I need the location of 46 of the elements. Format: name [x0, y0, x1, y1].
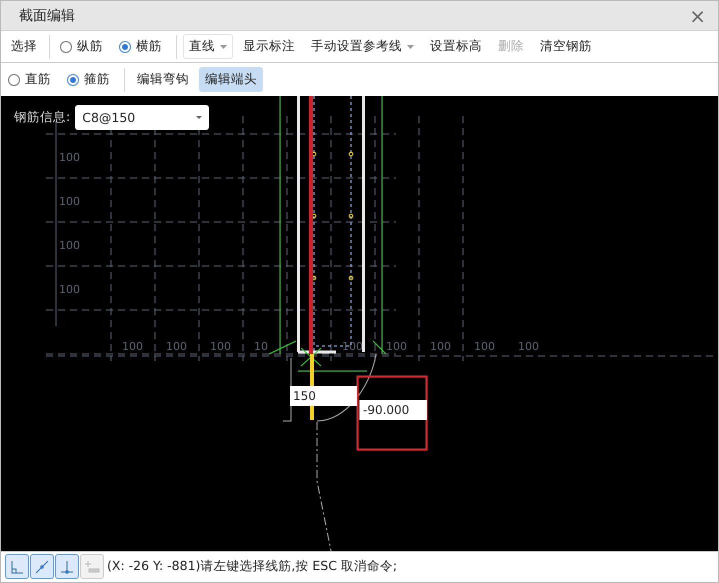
- dimension-label: 100: [59, 195, 80, 208]
- dimension-label: 10: [254, 340, 268, 353]
- dimension-label: 100: [474, 340, 495, 353]
- caret-icon: [407, 44, 414, 48]
- toolbar-button[interactable]: 编辑弯钩: [131, 67, 195, 92]
- radio-icon[interactable]: [119, 40, 131, 52]
- radio-option[interactable]: 纵筋: [56, 38, 111, 55]
- radio-option[interactable]: 横筋: [115, 38, 170, 55]
- radio-icon[interactable]: [60, 40, 72, 52]
- corner-icon: [10, 560, 24, 574]
- snap-button[interactable]: [55, 554, 79, 579]
- dimension-label: 100: [59, 151, 80, 164]
- dimension-label: 100: [386, 340, 407, 353]
- angle-input[interactable]: -90.000: [359, 400, 427, 420]
- rebar-info-label: 钢筋信息:: [14, 109, 70, 126]
- toolbar-button[interactable]: 清空钢筋: [534, 34, 598, 59]
- perpendicular-icon: [60, 560, 74, 574]
- radio-icon[interactable]: [67, 74, 79, 86]
- snap-button[interactable]: [5, 554, 29, 579]
- window-title: 截面编辑: [19, 6, 75, 24]
- dimension-label: 100: [122, 340, 143, 353]
- caret-icon: [220, 44, 227, 48]
- length-input[interactable]: 150: [290, 386, 357, 406]
- radio-option[interactable]: 直筋: [4, 71, 59, 88]
- dimension-label: 100: [59, 239, 80, 252]
- dimension-label: 100: [518, 340, 539, 353]
- toolbar-button[interactable]: 选择: [5, 34, 43, 59]
- snap-button[interactable]: [30, 554, 54, 579]
- rebar-select[interactable]: C8@150: [75, 105, 210, 130]
- dimension-label: 100: [166, 340, 187, 353]
- dimension-label: 100: [342, 340, 363, 353]
- add-icon: [84, 560, 100, 574]
- line-icon: [35, 560, 49, 574]
- toolbar-button[interactable]: 设置标高: [424, 34, 488, 59]
- radio-option[interactable]: 箍筋: [63, 71, 118, 88]
- dimension-label: 100: [59, 283, 80, 296]
- close-button[interactable]: ×: [685, 6, 710, 26]
- status-message: (X: -26 Y: -881)请左键选择线筋,按 ESC 取消命令;: [107, 558, 398, 575]
- dimension-label: 100: [430, 340, 451, 353]
- toolbar-button[interactable]: 显示标注: [237, 34, 301, 59]
- dropdown-button[interactable]: 直线: [183, 34, 233, 59]
- radio-icon[interactable]: [8, 74, 20, 86]
- caret-icon: [196, 116, 202, 119]
- dimension-label: 100: [210, 340, 231, 353]
- toolbar-button[interactable]: 编辑端头: [199, 67, 263, 92]
- dropdown-button[interactable]: 手动设置参考线: [305, 34, 420, 59]
